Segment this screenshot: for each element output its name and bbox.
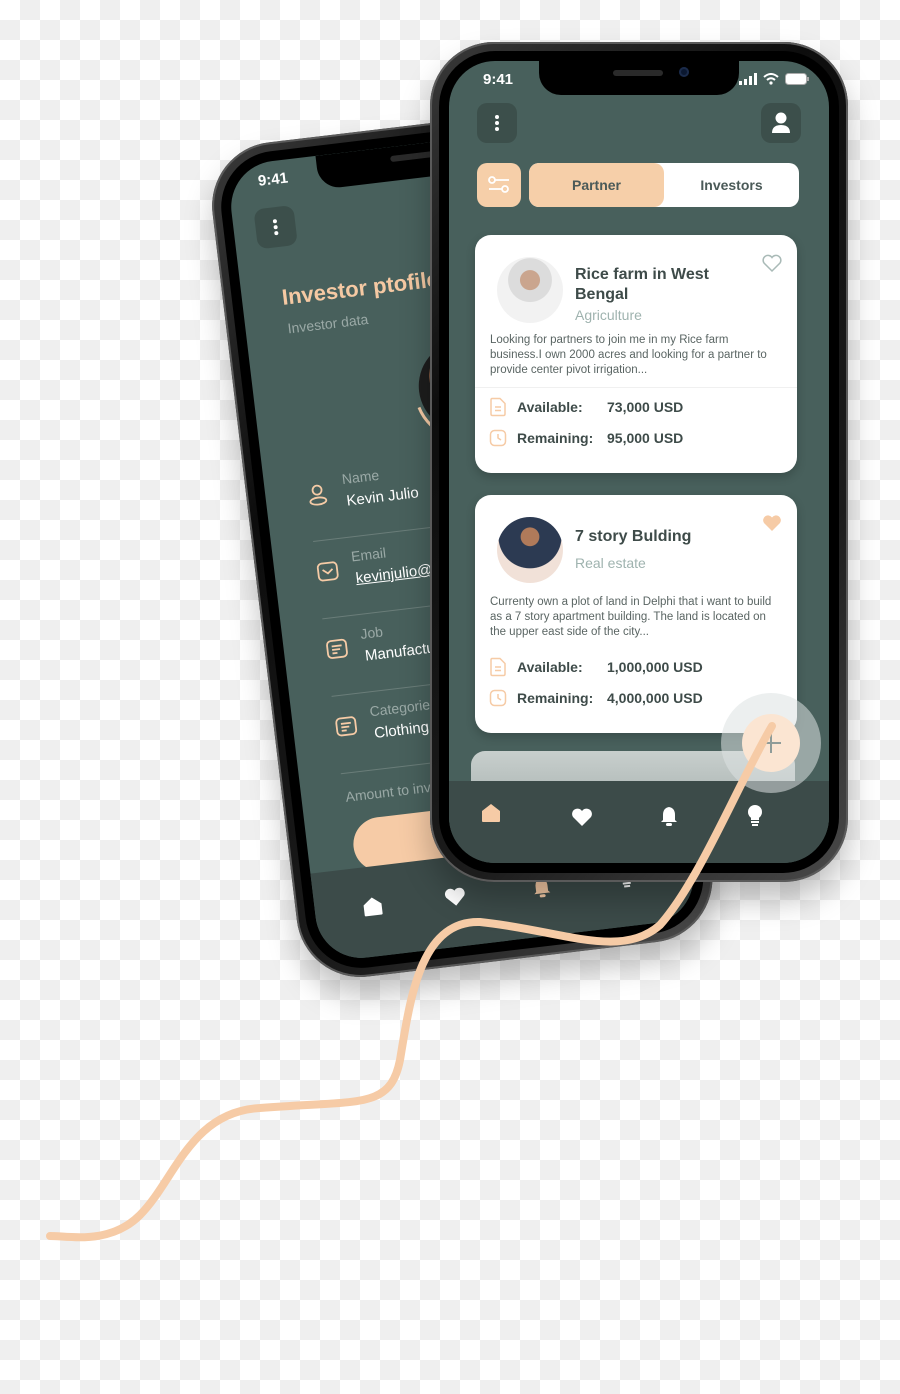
- listing-category: Real estate: [575, 555, 646, 571]
- remaining-label: Remaining:: [517, 690, 594, 706]
- available-label: Available:: [517, 659, 583, 675]
- document-icon: [335, 716, 358, 737]
- bottom-nav: [449, 781, 829, 863]
- more-vertical-icon: [272, 219, 279, 236]
- listing-description: Looking for partners to join me in my Ri…: [490, 334, 767, 376]
- available-value: 73,000 USD: [607, 399, 684, 415]
- document-icon: [326, 638, 348, 659]
- remaining-row: Remaining: 4,000,000 USD: [489, 689, 703, 707]
- document-icon: [490, 657, 506, 677]
- plus-icon: [761, 733, 781, 753]
- signal-icon: [739, 73, 757, 85]
- available-label: Available:: [517, 399, 583, 415]
- clock-icon: [489, 689, 507, 707]
- listing-title: 7 story Bulding: [575, 528, 692, 545]
- add-listing-button[interactable]: [742, 714, 800, 772]
- notch: [539, 61, 739, 95]
- clock-icon: [489, 429, 507, 447]
- lightbulb-icon[interactable]: [747, 805, 763, 827]
- bell-icon[interactable]: [659, 805, 679, 827]
- field-label: Name: [340, 466, 380, 488]
- remaining-label: Remaining:: [517, 430, 594, 446]
- wifi-icon: [763, 73, 779, 85]
- filter-icon: [488, 176, 509, 193]
- heart-icon[interactable]: [571, 807, 593, 827]
- battery-icon: [785, 73, 809, 85]
- status-time: 9:41: [257, 169, 289, 190]
- status-icons: [739, 73, 809, 85]
- segment-tabs: Partner Investors: [529, 163, 799, 207]
- field-value: Kevin Julio: [345, 484, 420, 510]
- owner-avatar: [497, 257, 563, 323]
- partner-list-screen: 9:41 Partner Investors Rice farm in West…: [449, 61, 829, 863]
- listing-description: Currenty own a plot of land in Delphi th…: [490, 596, 772, 638]
- remaining-row: Remaining: 95,000 USD: [489, 429, 683, 447]
- owner-avatar: [497, 517, 563, 583]
- available-row: Available: 73,000 USD: [489, 397, 683, 417]
- field-label: Job: [359, 623, 384, 642]
- listing-category: Agriculture: [575, 307, 642, 323]
- field-label: Categories: [368, 695, 438, 720]
- document-icon: [490, 397, 506, 417]
- listing-card[interactable]: Rice farm in West Bengal Agriculture Loo…: [475, 235, 797, 473]
- card-divider: [475, 387, 797, 388]
- remaining-value: 4,000,000 USD: [607, 690, 703, 706]
- profile-button[interactable]: [761, 103, 801, 143]
- page-title: Investor ptofile: [280, 266, 441, 310]
- heart-outline-icon[interactable]: [761, 253, 783, 273]
- tab-investors[interactable]: Investors: [664, 163, 799, 207]
- mail-icon: [316, 561, 339, 582]
- home-icon[interactable]: [362, 895, 384, 917]
- menu-button[interactable]: [477, 103, 517, 143]
- more-vertical-icon: [495, 115, 499, 131]
- available-row: Available: 1,000,000 USD: [489, 657, 703, 677]
- filter-button[interactable]: [477, 163, 521, 207]
- status-time: 9:41: [483, 71, 514, 88]
- menu-button[interactable]: [253, 204, 298, 250]
- user-icon: [309, 484, 328, 506]
- camera-icon: [679, 67, 689, 77]
- field-label: Email: [350, 544, 387, 565]
- available-value: 1,000,000 USD: [607, 659, 703, 675]
- heart-filled-icon[interactable]: [761, 513, 783, 533]
- front-phone-mockup: 9:41 Partner Investors Rice farm in West…: [430, 42, 848, 882]
- home-icon[interactable]: [481, 803, 501, 823]
- heart-icon[interactable]: [443, 885, 467, 907]
- listing-title: Rice farm in West Bengal: [575, 266, 709, 303]
- page-subtitle: Investor data: [286, 310, 370, 337]
- remaining-value: 95,000 USD: [607, 430, 684, 446]
- user-icon: [772, 112, 790, 133]
- field-value: Clothing: [373, 718, 430, 743]
- tab-partner[interactable]: Partner: [529, 163, 664, 207]
